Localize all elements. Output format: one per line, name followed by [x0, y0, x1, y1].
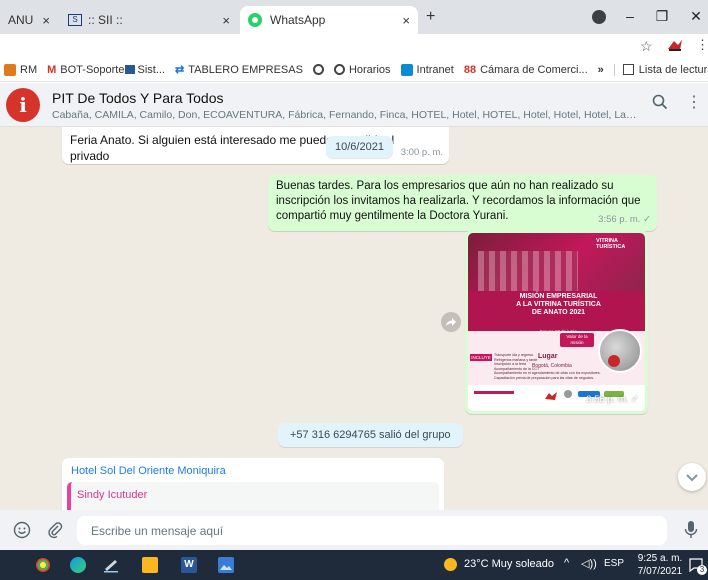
chrome-icon[interactable]: [36, 558, 50, 572]
tab-whatsapp[interactable]: WhatsApp ×: [240, 6, 418, 34]
date-chip: 10/6/2021: [326, 136, 393, 158]
tab-anu[interactable]: ANU ×: [0, 6, 58, 34]
chat-menu-icon[interactable]: ⋮: [686, 92, 702, 112]
extension-icon[interactable]: [666, 37, 684, 53]
scroll-down-button[interactable]: [678, 463, 706, 491]
word-icon[interactable]: W: [181, 557, 197, 573]
browser-toolbar: ☆ ⋮: [0, 34, 708, 58]
window-icon: [125, 65, 136, 74]
message-text: Buenas tardes. Para los empresarios que …: [276, 180, 641, 222]
emoji-icon[interactable]: [13, 521, 31, 542]
bookmark-tablero-empresas[interactable]: ⇄ TABLERO EMPRESAS: [175, 63, 303, 77]
microphone-icon[interactable]: [684, 520, 698, 543]
edge-icon[interactable]: [70, 557, 86, 573]
message-time: 3:56 p. m. ✓: [586, 394, 639, 405]
new-tab-button[interactable]: +: [426, 8, 435, 26]
message-time: 3:00 p. m.: [400, 147, 443, 158]
poster-red-dot: [608, 355, 620, 367]
bookmark-star-icon[interactable]: ☆: [640, 38, 653, 55]
bookmark-camara[interactable]: 88 Cámara de Comerci...: [464, 64, 588, 76]
group-avatar[interactable]: i: [6, 88, 40, 122]
bookmark-bot-soporte[interactable]: M BOT-Soporte Sist...: [47, 64, 165, 76]
poster-headline: MISIÓN EMPRESARIAL A LA VITRINA TURÍSTIC…: [516, 293, 601, 316]
composer: [0, 510, 708, 550]
bookmarks-overflow-button[interactable]: »: [598, 64, 604, 76]
sii-favicon-icon: S: [68, 14, 82, 26]
bookmark-rm[interactable]: RM: [4, 63, 37, 76]
reading-list-button[interactable]: Lista de lectura: [613, 63, 708, 76]
tab-close-icon[interactable]: ×: [42, 13, 50, 28]
tab-label: :: SII ::: [88, 13, 123, 27]
tab-sii[interactable]: S :: SII :: ×: [60, 6, 238, 34]
bookmark-intranet[interactable]: Intranet: [400, 63, 454, 76]
clock-time[interactable]: 9:25 a. m.: [634, 553, 686, 564]
bookmark-blank[interactable]: [312, 64, 324, 75]
language-indicator[interactable]: ESP: [604, 558, 624, 569]
chat-title: PIT De Todos Y Para Todos: [52, 90, 224, 106]
chat-header[interactable]: i PIT De Todos Y Para Todos Cabaña, CAMI…: [0, 83, 708, 127]
rm-icon: [4, 63, 16, 76]
profile-icon[interactable]: [592, 10, 606, 24]
restore-icon[interactable]: ❐: [652, 8, 672, 25]
poster-footer-line: [474, 391, 514, 394]
attach-icon[interactable]: [46, 521, 64, 542]
poster-image[interactable]: VITRINA TURÍSTICA MISIÓN EMPRESARIAL A L…: [468, 233, 645, 411]
chevron-down-icon: [686, 474, 698, 482]
message-time: 3:56 p. m. ✓: [598, 214, 651, 225]
quote-author: Sindy Icutuder: [77, 489, 148, 501]
message-input[interactable]: [77, 516, 667, 545]
tray-up-icon[interactable]: ^: [564, 557, 569, 569]
speaker-icon[interactable]: ◁)): [581, 557, 597, 570]
quoted-message[interactable]: Sindy Icutuder: [67, 482, 439, 510]
globe-icon: [312, 64, 324, 75]
chat-members: Cabaña, CAMILA, Camilo, Don, ECOAVENTURA…: [52, 109, 638, 121]
system-message: +57 316 6294765 salió del grupo: [278, 423, 463, 447]
globe-icon: [333, 64, 345, 75]
tab-close-icon[interactable]: ×: [402, 13, 410, 28]
message-image[interactable]: VITRINA TURÍSTICA MISIÓN EMPRESARIAL A L…: [465, 230, 648, 414]
tab-label: WhatsApp: [270, 13, 326, 27]
folder-icon[interactable]: [142, 557, 158, 573]
tablero-icon: ⇄: [175, 64, 185, 76]
message-list[interactable]: Feria Anato. Si alguien está interesado …: [0, 127, 708, 510]
camara-icon: 88: [463, 63, 477, 76]
taskbar: W 23°C Muy soleado ^ ◁)) ESP 9:25 a. m. …: [0, 550, 708, 580]
close-window-icon[interactable]: ✕: [686, 8, 706, 25]
minimize-icon[interactable]: –: [620, 8, 640, 24]
message-sender[interactable]: Hotel Sol Del Oriente Moniquira: [71, 463, 226, 479]
poster-seal-icon: [564, 390, 572, 398]
weather-text[interactable]: 23°C Muy soleado: [464, 558, 554, 570]
browser-tab-bar: ANU × S :: SII :: × WhatsApp × + – ❐ ✕: [0, 0, 708, 34]
whatsapp-favicon-icon: [248, 13, 262, 27]
tab-label: ANU: [8, 13, 34, 27]
poster-items: Transporte ida y regreso. Refrigerios ma…: [494, 353, 601, 380]
poster-building-photo: [598, 329, 642, 373]
reading-list-icon: [622, 64, 634, 75]
bookmarks-bar: RM M BOT-Soporte Sist... ⇄ TABLERO EMPRE…: [0, 58, 708, 82]
pen-icon[interactable]: [103, 557, 119, 573]
notification-badge: 3: [697, 565, 707, 575]
gmail-icon: M: [47, 63, 57, 76]
intranet-icon: [400, 63, 413, 76]
clock-date[interactable]: 7/07/2021: [634, 566, 686, 577]
tab-close-icon[interactable]: ×: [222, 13, 230, 28]
poster-logo-icon: [544, 389, 558, 400]
poster-valor: Valor de la misión: [560, 333, 594, 347]
search-icon[interactable]: [652, 94, 668, 113]
weather-sun-icon: [444, 558, 457, 571]
forward-icon[interactable]: [441, 312, 461, 332]
browser-menu-icon[interactable]: ⋮: [696, 37, 708, 53]
poster-incluye: INCLUYE: [470, 354, 492, 361]
photos-icon[interactable]: [218, 557, 234, 573]
bookmark-horarios[interactable]: Horarios: [333, 64, 391, 76]
message-outgoing[interactable]: Buenas tardes. Para los empresarios que …: [268, 175, 657, 231]
poster-crowd: [478, 251, 578, 291]
message-incoming[interactable]: Hotel Sol Del Oriente Moniquira Sindy Ic…: [62, 458, 444, 510]
poster-brand: VITRINA TURÍSTICA: [596, 238, 626, 250]
